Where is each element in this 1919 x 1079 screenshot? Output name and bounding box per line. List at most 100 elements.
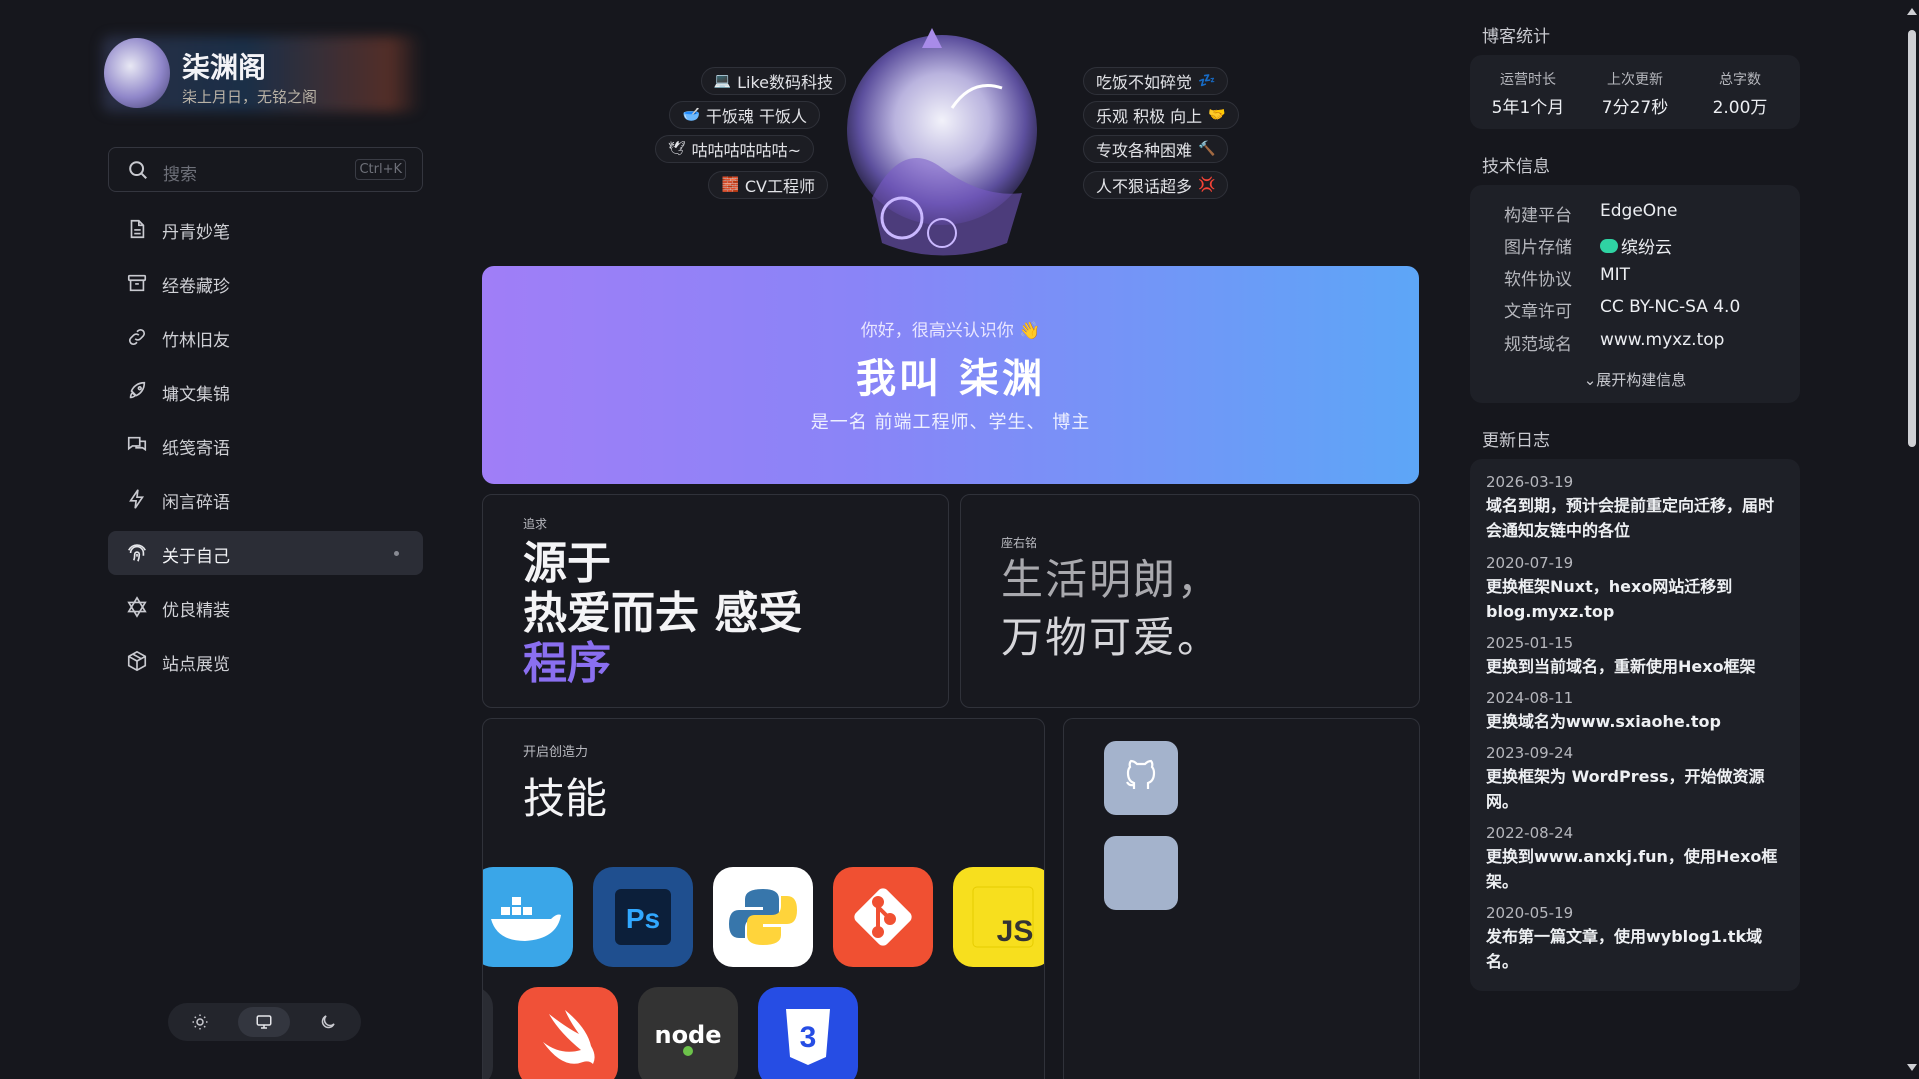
tag-left-3: 🕊 咕咕咕咕咕咕~	[654, 135, 814, 163]
moon-icon	[321, 1015, 335, 1029]
github-icon[interactable]	[1104, 741, 1178, 815]
sidebar-item-archive[interactable]: 经卷藏珍	[108, 261, 423, 305]
theme-switcher	[168, 1003, 361, 1041]
intro-description: 是一名 前端工程师、学生、 博主	[810, 412, 1091, 433]
site-brand[interactable]: 柒渊阁 柒上月日，无铭之阁	[102, 36, 422, 112]
tag-text: 干饭魂 干饭人	[705, 107, 807, 126]
theme-system-button[interactable]	[238, 1007, 290, 1037]
changelog-text: 域名到期，预计会提前重定向迁移，届时会通知友链中的各位	[1486, 496, 1775, 540]
expand-build-info-button[interactable]: ⌄展开构建信息	[1470, 369, 1800, 390]
sidebar-item-sites[interactable]: 站点展览	[108, 639, 423, 683]
motto-label: 座右铭	[1001, 536, 1038, 550]
partial-tech-icon	[483, 987, 493, 1079]
motto-text: 生活明朗， 万物可爱。	[1001, 551, 1221, 667]
sidebar-item-label: 站点展览	[162, 655, 230, 675]
stats-panel: 运营时长 5年1个月 上次更新 7分27秒 总字数 2.00万	[1470, 55, 1800, 129]
changelog-date: 2025-01-15	[1486, 634, 1574, 652]
tech-key: 软件协议	[1504, 270, 1572, 290]
sidebar-item-label: 竹林旧友	[162, 331, 230, 351]
page-scrollbar[interactable]	[1904, 0, 1919, 1079]
intro-name: 我叫 柒渊	[856, 356, 1045, 402]
theme-light-button[interactable]	[174, 1007, 226, 1037]
tag-left-2: 🥣 干饭魂 干饭人	[669, 101, 820, 129]
brand-avatar	[104, 38, 170, 108]
bowl-icon: 🥣	[682, 107, 700, 123]
tag-text: Like数码科技	[737, 73, 833, 92]
brick-icon: 🧱	[721, 177, 739, 193]
stats-title: 博客统计	[1482, 27, 1550, 47]
site-tagline: 柒上月日，无铭之阁	[182, 88, 318, 106]
docker-icon	[483, 867, 573, 967]
changelog-title: 更新日志	[1482, 431, 1550, 451]
sidebar-item-label: 经卷藏珍	[162, 277, 230, 297]
tag-left-4: 🧱 CV工程师	[708, 171, 828, 199]
archive-icon	[127, 274, 147, 292]
pursue-card: 追求 源于 热爱而去 感受 程序	[482, 494, 949, 708]
tag-text: 专攻各种困难	[1096, 141, 1193, 160]
cube-icon	[127, 650, 147, 672]
main-content: 💻 Like数码科技 🥣 干饭魂 干饭人 🕊 咕咕咕咕咕咕~ 🧱 CV工程师 吃饭不如碎…	[480, 0, 1420, 1079]
tag-left-1: 💻 Like数码科技	[700, 67, 846, 95]
search-input[interactable]: 搜索 Ctrl+K	[108, 147, 423, 192]
sidebar-item-gallery[interactable]: 丹青妙笔	[108, 207, 423, 251]
sidebar-item-about[interactable]: 关于自己	[108, 531, 423, 575]
pursue-line: 热爱而去 感受	[523, 588, 803, 639]
stat-key: 运营时长	[1500, 72, 1556, 88]
sleep-icon: 💤	[1198, 73, 1216, 89]
sidebar-item-moments[interactable]: 闲言碎语	[108, 477, 423, 521]
handshake-icon: 🤝	[1208, 107, 1226, 123]
tech-value-text: 缤纷云	[1621, 238, 1672, 258]
social-card	[1063, 718, 1420, 1079]
tech-value: 缤纷云	[1600, 233, 1672, 258]
tech-key: 规范域名	[1504, 335, 1572, 355]
tech-row: 规范域名 www.myxz.top	[1470, 330, 1800, 356]
laptop-icon: 💻	[713, 73, 732, 89]
stat-word-count: 总字数 2.00万	[1690, 69, 1790, 118]
changelog-entry: 2020-05-19 发布第一篇文章，使用wyblog1.tk域名。	[1486, 904, 1786, 974]
svg-text:node: node	[654, 1021, 721, 1049]
svg-text:Ps: Ps	[626, 903, 660, 934]
css3-icon: 3	[758, 987, 858, 1079]
tag-text: 咕咕咕咕咕咕~	[691, 141, 801, 160]
chevron-down-icon: ⌄	[1583, 371, 1597, 389]
sidebar-item-messages[interactable]: 纸笺寄语	[108, 423, 423, 467]
stat-key: 上次更新	[1607, 72, 1663, 88]
tag-right-4: 人不狠话超多 💢	[1083, 171, 1229, 199]
theme-dark-button[interactable]	[302, 1007, 354, 1037]
sidebar-item-label: 纸笺寄语	[162, 439, 230, 459]
right-panel: 博客统计 运营时长 5年1个月 上次更新 7分27秒 总字数 2.00万 技术信…	[1470, 0, 1800, 1079]
tag-text: 吃饭不如碎觉	[1096, 73, 1193, 92]
scroll-up-arrow[interactable]	[1907, 8, 1917, 15]
javascript-icon: JS	[953, 867, 1044, 967]
pursue-highlight: 程序	[523, 638, 611, 689]
changelog-text: 更换到当前域名，重新使用Hexo框架	[1486, 657, 1756, 676]
changelog-entry: 2022-08-24 更换到www.anxkj.fun，使用Hexo框架。	[1486, 824, 1786, 894]
changelog-entry: 2026-03-19 域名到期，预计会提前重定向迁移，届时会通知友链中的各位	[1486, 473, 1786, 543]
changelog-entry: 2024-08-11 更换域名为www.sxiaohe.top	[1486, 689, 1786, 734]
sidebar-item-label: 优良精装	[162, 601, 230, 621]
tag-text: 乐观 积极 向上	[1096, 107, 1203, 126]
sidebar-item-articles[interactable]: 墉文集锦	[108, 369, 423, 413]
anger-icon: 💢	[1198, 177, 1216, 193]
skills-title: 技能	[523, 774, 608, 823]
document-icon	[130, 219, 145, 239]
social-link-tile[interactable]	[1104, 836, 1178, 910]
sidebar-item-friends[interactable]: 竹林旧友	[108, 315, 423, 359]
changelog-date: 2024-08-11	[1486, 689, 1574, 707]
tech-value: www.myxz.top	[1600, 330, 1725, 350]
tag-right-1: 吃饭不如碎觉 💤	[1083, 67, 1229, 95]
search-placeholder: 搜索	[163, 165, 197, 185]
scrollbar-thumb[interactable]	[1908, 30, 1916, 447]
stat-uptime: 运营时长 5年1个月	[1478, 69, 1578, 118]
intro-greeting: 你好，很高兴认识你 👋	[860, 321, 1041, 341]
dove-icon: 🕊	[667, 141, 686, 157]
scroll-down-arrow[interactable]	[1907, 1064, 1917, 1071]
changelog-entry: 2025-01-15 更换到当前域名，重新使用Hexo框架	[1486, 634, 1786, 679]
sidebar-item-showcase[interactable]: 优良精装	[108, 585, 423, 629]
pursue-line: 源于	[523, 538, 611, 589]
pursue-label: 追求	[523, 517, 548, 531]
changelog-date: 2020-05-19	[1486, 904, 1574, 922]
changelog-date: 2022-08-24	[1486, 824, 1574, 842]
stat-key: 总字数	[1719, 72, 1761, 88]
nodejs-icon: node	[638, 987, 738, 1079]
